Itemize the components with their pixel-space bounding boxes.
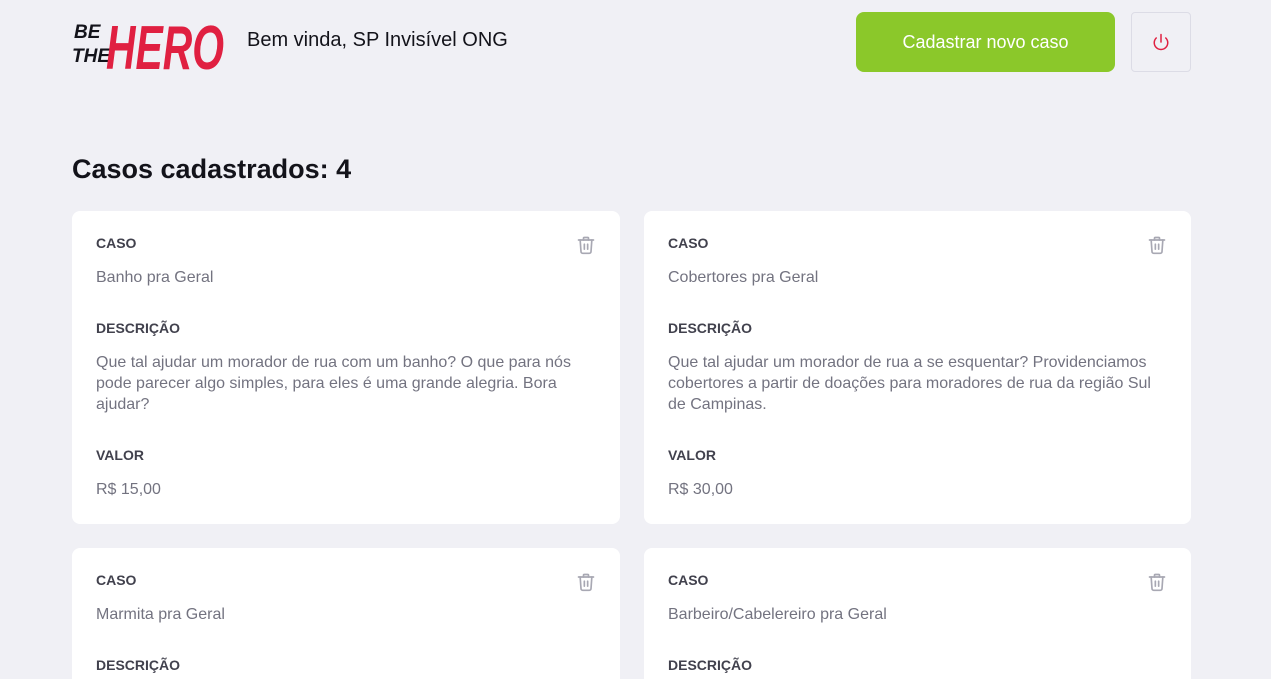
case-card: CASO Marmita pra Geral DESCRIÇÃO xyxy=(72,548,620,679)
case-title: Banho pra Geral xyxy=(96,269,214,286)
description-label: DESCRIÇÃO xyxy=(668,657,753,673)
new-case-button[interactable]: Cadastrar novo caso xyxy=(856,12,1115,72)
trash-icon xyxy=(1148,236,1166,255)
case-label: CASO xyxy=(96,572,137,588)
logo-hero: HERO xyxy=(106,14,224,76)
trash-icon xyxy=(577,573,595,592)
case-value: R$ 15,00 xyxy=(96,481,161,498)
welcome-text: Bem vinda, SP Invisível ONG xyxy=(247,29,508,51)
case-card: CASO Barbeiro/Cabelereiro pra Geral DESC… xyxy=(644,548,1191,679)
delete-case-button[interactable] xyxy=(576,235,596,255)
delete-case-button[interactable] xyxy=(576,572,596,592)
case-card: CASO Cobertores pra Geral DESCRIÇÃO Que … xyxy=(644,211,1191,524)
logo-be: BE xyxy=(74,22,102,43)
page-title: Casos cadastrados: 4 xyxy=(72,154,352,184)
case-value: R$ 30,00 xyxy=(668,481,733,498)
case-label: CASO xyxy=(96,235,137,251)
power-icon xyxy=(1153,33,1169,51)
description-label: DESCRIÇÃO xyxy=(96,657,181,673)
header: BE THE HERO Bem vinda, SP Invisível ONG … xyxy=(72,0,1191,80)
description-label: DESCRIÇÃO xyxy=(668,320,753,336)
delete-case-button[interactable] xyxy=(1147,235,1167,255)
trash-icon xyxy=(1148,573,1166,592)
page: BE THE HERO Bem vinda, SP Invisível ONG … xyxy=(0,0,1271,679)
case-description: Que tal ajudar um morador de rua com um … xyxy=(96,354,571,413)
case-label: CASO xyxy=(668,572,709,588)
case-title: Cobertores pra Geral xyxy=(668,269,819,286)
case-label: CASO xyxy=(668,235,709,251)
delete-case-button[interactable] xyxy=(1147,572,1167,592)
case-title: Marmita pra Geral xyxy=(96,606,225,623)
trash-icon xyxy=(577,236,595,255)
value-label: VALOR xyxy=(668,447,716,463)
logout-button[interactable] xyxy=(1131,12,1191,72)
description-label: DESCRIÇÃO xyxy=(96,320,181,336)
case-title: Barbeiro/Cabelereiro pra Geral xyxy=(668,606,887,623)
value-label: VALOR xyxy=(96,447,144,463)
case-description: Que tal ajudar um morador de rua a se es… xyxy=(668,354,1151,413)
case-card: CASO Banho pra Geral DESCRIÇÃO Que tal a… xyxy=(72,211,620,524)
be-the-hero-logo: BE THE HERO xyxy=(72,14,224,76)
